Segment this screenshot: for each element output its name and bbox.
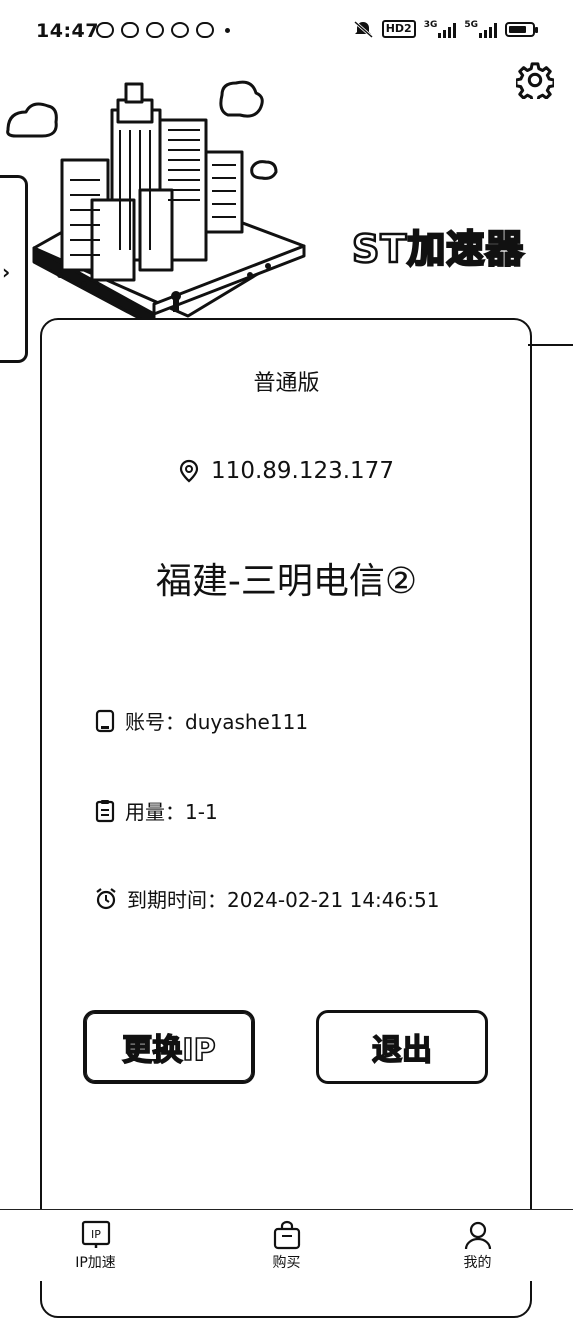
- wechat-icon: [96, 22, 114, 38]
- ip-icon: IP: [81, 1220, 110, 1248]
- usage-value: 1-1: [185, 800, 218, 824]
- account-row: 账号：duyashe111: [95, 706, 308, 735]
- nav-mine[interactable]: 我的: [382, 1210, 573, 1281]
- usage-label: 用量：: [125, 800, 185, 824]
- sync-icon: [171, 22, 189, 38]
- usage-row: 用量：1-1: [95, 796, 218, 825]
- expiry-row: 到期时间：2024-02-21 14:46:51: [95, 884, 439, 913]
- alarm-clock-icon: [96, 887, 116, 909]
- location-name: 福建-三明电信②: [155, 561, 418, 602]
- account-label: 账号：: [125, 710, 185, 734]
- phone-icon: [95, 709, 115, 732]
- app-notification-icon: [121, 22, 139, 38]
- ip-address: 110.89.123.177: [211, 458, 394, 484]
- svg-text:IP: IP: [91, 1228, 101, 1241]
- change-ip-label: 更换IP: [122, 1032, 217, 1069]
- nav-buy[interactable]: 购买: [191, 1210, 382, 1281]
- message-icon: [146, 22, 164, 38]
- bottom-nav: IP IP加速 购买 我的: [0, 1209, 573, 1281]
- shopping-bag-icon: [273, 1220, 300, 1250]
- nav-mine-label: 我的: [463, 1255, 492, 1271]
- ip-address-row: 110.89.123.177: [0, 458, 573, 484]
- status-time: 14:47: [36, 20, 99, 42]
- location-pin-icon: [179, 459, 199, 483]
- clipboard-icon: [95, 799, 115, 822]
- hd-icon: HD2: [381, 20, 416, 38]
- expiry-label: 到期时间：: [127, 888, 227, 912]
- system-status: HD2 3G 5G: [352, 20, 538, 38]
- notification-icons: [96, 22, 230, 38]
- signal-3g-icon: 3G: [424, 20, 457, 38]
- user-icon: [464, 1221, 491, 1250]
- more-dot-icon: [225, 27, 230, 33]
- battery-icon: [505, 21, 538, 37]
- nav-ip-accelerate-label: IP加速: [75, 1255, 116, 1271]
- nav-buy-label: 购买: [272, 1255, 301, 1271]
- logout-label: 退出: [371, 1032, 433, 1069]
- app-logo: ST加速器: [351, 226, 525, 273]
- plan-name: 普通版: [253, 371, 320, 396]
- zhihu-icon: [196, 22, 214, 38]
- gear-icon: [516, 62, 554, 99]
- city-illustration: [6, 80, 306, 325]
- status-bar: 14:47 HD2 3G 5G: [0, 0, 573, 64]
- signal-5g-icon: 5G: [464, 20, 497, 38]
- mute-icon: [353, 20, 373, 38]
- card-edge-decoration: [528, 344, 573, 358]
- nav-ip-accelerate[interactable]: IP IP加速: [0, 1210, 191, 1281]
- settings-button[interactable]: [514, 59, 556, 101]
- logout-button[interactable]: 退出: [316, 1010, 488, 1084]
- change-ip-button[interactable]: 更换IP: [83, 1010, 255, 1084]
- account-value: duyashe111: [185, 710, 309, 734]
- expiry-value: 2024-02-21 14:46:51: [227, 888, 440, 912]
